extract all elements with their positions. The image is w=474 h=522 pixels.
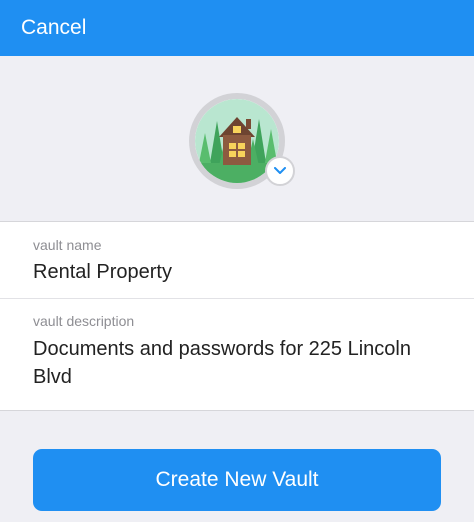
chevron-down-icon: [274, 162, 286, 180]
vault-description-field[interactable]: vault description Documents and password…: [0, 299, 474, 411]
icon-dropdown-button[interactable]: [265, 156, 295, 186]
vault-icon-section: [0, 56, 474, 221]
vault-form: vault name Rental Property vault descrip…: [0, 221, 474, 411]
create-new-vault-button[interactable]: Create New Vault: [33, 449, 441, 511]
vault-name-label: vault name: [33, 237, 102, 253]
vault-description-input[interactable]: Documents and passwords for 225 Lincoln …: [33, 335, 453, 391]
vault-name-field[interactable]: vault name Rental Property: [0, 222, 474, 299]
cancel-button[interactable]: Cancel: [21, 14, 86, 42]
vault-name-input[interactable]: Rental Property: [33, 258, 453, 286]
vault-description-label: vault description: [33, 313, 135, 329]
top-bar: Cancel: [0, 0, 474, 56]
